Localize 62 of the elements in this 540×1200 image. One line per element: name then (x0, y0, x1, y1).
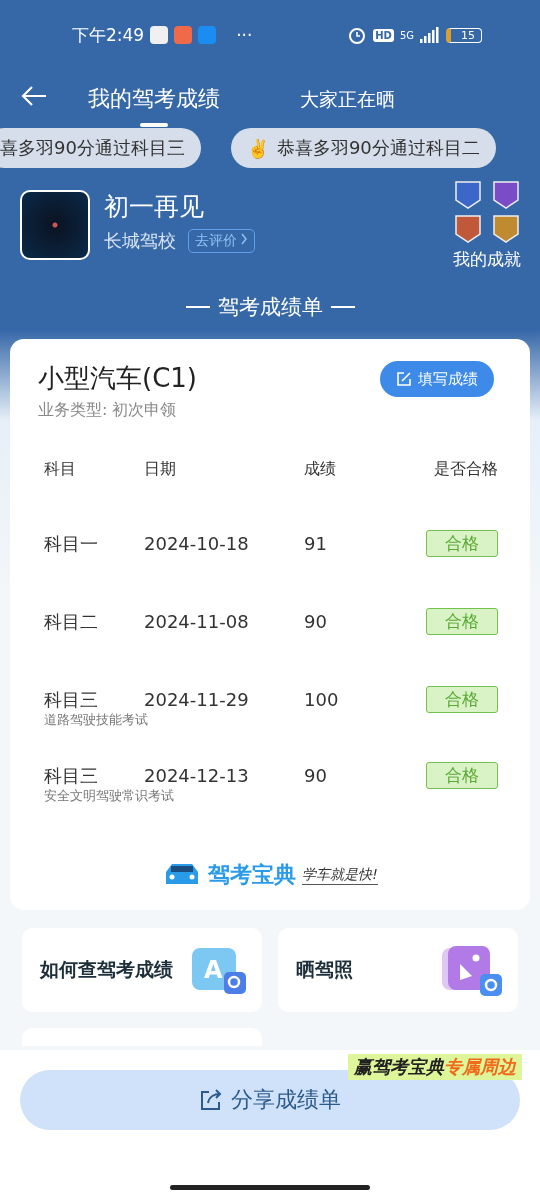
result-tag: 合格 (426, 762, 498, 789)
result-tag: 合格 (426, 530, 498, 557)
column-header: 成绩 (304, 459, 337, 480)
date-cell-text: 2024-10-18 (144, 533, 250, 554)
subject-cell-text: 科目一 (43, 531, 99, 556)
subject-cell-text: 科目二 (43, 609, 99, 634)
score-cell-text: 91 (304, 533, 328, 554)
promo-banner[interactable]: 赢驾考宝典专属周边 (348, 1054, 522, 1080)
business-type: 业务类型: 初次申领 (38, 400, 178, 421)
score-cell-text: 100 (304, 689, 340, 710)
review-button[interactable]: 去评价 (188, 229, 255, 253)
app-notification-icon (198, 26, 217, 44)
header-tab[interactable]: 大家正在晒 (300, 78, 395, 126)
achievement-badge-icon (490, 214, 522, 244)
tile-label: 晒驾照 (296, 957, 353, 982)
hd-badge: HD (373, 28, 394, 42)
date-cell-text: 2024-11-08 (144, 611, 250, 632)
achievement-badge-icon (490, 180, 522, 210)
battery-indicator: 15 (446, 27, 482, 43)
fill-score-button[interactable]: 填写成绩 (380, 361, 494, 397)
ticker-text: 喜多羽90分通过科目三 (0, 136, 185, 160)
column-header: 日期 (144, 459, 177, 480)
more-notifications: ··· (236, 25, 253, 45)
score-cell-text: 90 (304, 611, 328, 632)
column-header: 是否合格 (433, 459, 499, 480)
user-name: 初一再见 (104, 191, 205, 223)
edit-icon (396, 371, 412, 387)
achievement-badge-icon (452, 180, 484, 210)
app-notification-icon (174, 26, 193, 44)
achievements-label[interactable]: 我的成就 (453, 248, 521, 271)
result-tag: 合格 (426, 608, 498, 635)
section-title: 驾考成绩单 (217, 294, 323, 321)
header-tab[interactable]: 我的驾考成绩 (88, 76, 220, 128)
network-type: 5G (399, 29, 414, 41)
achievement-badge-icon (452, 214, 484, 244)
subject-note: 道路驾驶技能考试 (43, 711, 149, 728)
alarm-icon (347, 25, 368, 45)
score-cell-text: 90 (304, 765, 328, 786)
brand-slogan: 学车就是快! (302, 865, 378, 885)
back-arrow-icon[interactable] (20, 84, 48, 108)
chevron-right-icon (240, 233, 248, 245)
subject-cell-text: 科目三 (43, 687, 99, 712)
brand-name: 驾考宝典 (208, 861, 297, 889)
subject-note: 安全文明驾驶常识考试 (43, 787, 175, 804)
date-cell-text: 2024-12-13 (144, 765, 250, 786)
share-icon (199, 1088, 223, 1112)
home-indicator[interactable] (170, 1185, 370, 1190)
victory-emoji: ✌ (246, 137, 269, 159)
feature-tile[interactable]: 如何查驾考成绩 A (22, 928, 262, 1012)
app-notification-icon (150, 26, 169, 44)
driving-school-name: 长城驾校 (104, 229, 176, 253)
ticker-text: 恭喜多羽90分通过科目二 (276, 136, 480, 160)
status-time: 下午2:49 (72, 23, 145, 47)
column-header: 科目 (43, 459, 77, 480)
subject-cell-text: 科目三 (43, 763, 99, 788)
vehicle-type: 小型汽车(C1) (38, 362, 197, 395)
feature-tile[interactable]: 晒驾照 (278, 928, 518, 1012)
date-cell-text: 2024-11-29 (144, 689, 250, 710)
result-tag: 合格 (426, 686, 498, 713)
avatar-photo-placeholder (20, 190, 90, 260)
tile-label: 如何查驾考成绩 (40, 957, 173, 982)
signal-icon (420, 27, 440, 43)
